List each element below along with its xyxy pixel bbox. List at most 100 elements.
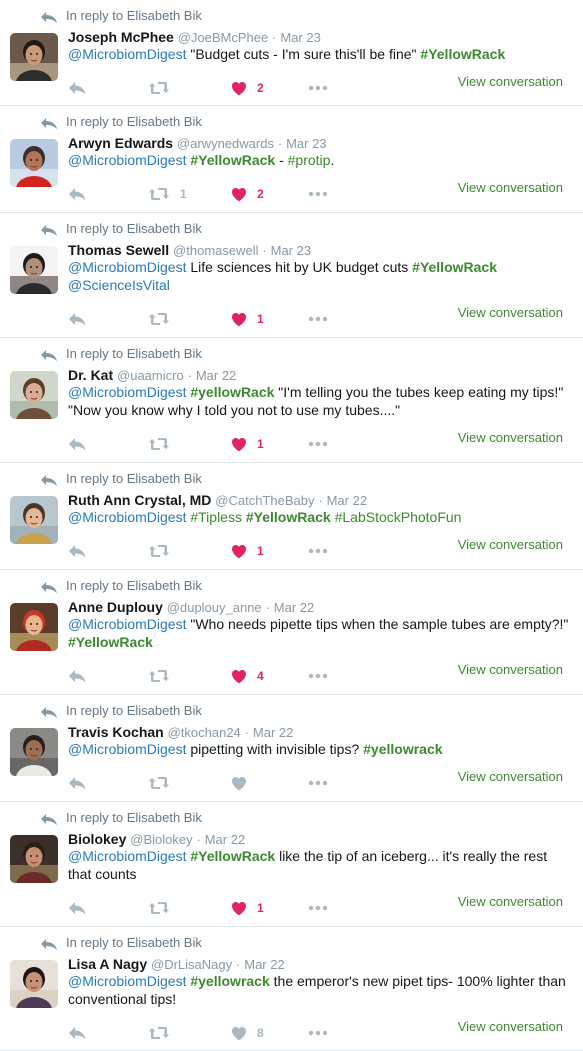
more-button[interactable] <box>308 541 328 561</box>
display-name[interactable]: Ruth Ann Crystal, MD <box>68 492 211 508</box>
display-name[interactable]: Arwyn Edwards <box>68 135 173 151</box>
avatar[interactable] <box>10 371 58 419</box>
user-handle[interactable]: @DrLisaNagy <box>151 957 232 972</box>
mention-link[interactable]: @MicrobiomDigest <box>68 509 186 525</box>
tweet-date[interactable]: Mar 22 <box>253 725 293 740</box>
display-name[interactable]: Travis Kochan <box>68 724 164 740</box>
hashtag-link[interactable]: #yellowrack <box>190 973 269 989</box>
avatar[interactable] <box>10 139 58 187</box>
reply-context[interactable]: In reply to Elisabeth Bik <box>40 703 202 719</box>
retweet-button[interactable] <box>148 898 180 918</box>
like-button[interactable]: 4 <box>231 666 264 686</box>
hashtag-link[interactable]: #LabStockPhotoFun <box>335 509 462 525</box>
more-button[interactable] <box>308 78 328 98</box>
like-button[interactable]: 8 <box>231 1023 264 1043</box>
more-button[interactable] <box>308 309 328 329</box>
retweet-button[interactable] <box>148 309 180 329</box>
hashtag-link[interactable]: #YellowRack <box>420 46 505 62</box>
view-conversation-link[interactable]: View conversation <box>458 1019 563 1034</box>
reply-button[interactable] <box>68 898 86 918</box>
like-button[interactable]: 1 <box>231 898 264 918</box>
tweet-date[interactable]: Mar 23 <box>286 136 326 151</box>
mention-link[interactable]: @MicrobiomDigest <box>68 848 186 864</box>
reply-context[interactable]: In reply to Elisabeth Bik <box>40 578 202 594</box>
like-button[interactable]: 2 <box>231 78 264 98</box>
reply-tweet[interactable]: In reply to Elisabeth Bik Dr. Kat @uaami… <box>0 338 583 463</box>
reply-tweet[interactable]: In reply to Elisabeth Bik Arwyn Edwards … <box>0 106 583 213</box>
retweet-button[interactable] <box>148 434 180 454</box>
more-button[interactable] <box>308 184 328 204</box>
avatar[interactable] <box>10 33 58 81</box>
user-handle[interactable]: @CatchTheBaby <box>215 493 314 508</box>
reply-tweet[interactable]: In reply to Elisabeth Bik Biolokey @Biol… <box>0 802 583 927</box>
display-name[interactable]: Biolokey <box>68 831 126 847</box>
display-name[interactable]: Joseph McPhee <box>68 29 174 45</box>
reply-button[interactable] <box>68 184 86 204</box>
reply-context[interactable]: In reply to Elisabeth Bik <box>40 114 202 130</box>
tweet-date[interactable]: Mar 22 <box>205 832 245 847</box>
view-conversation-link[interactable]: View conversation <box>458 769 563 784</box>
hashtag-link[interactable]: #protip <box>288 152 331 168</box>
tweet-date[interactable]: Mar 22 <box>244 957 284 972</box>
more-button[interactable] <box>308 434 328 454</box>
display-name[interactable]: Lisa A Nagy <box>68 956 147 972</box>
hashtag-link[interactable]: #YellowRack <box>190 152 275 168</box>
user-handle[interactable]: @uaamicro <box>117 368 184 383</box>
retweet-button[interactable] <box>148 541 180 561</box>
reply-context[interactable]: In reply to Elisabeth Bik <box>40 346 202 362</box>
more-button[interactable] <box>308 898 328 918</box>
retweet-button[interactable]: 1 <box>148 184 187 204</box>
reply-button[interactable] <box>68 666 86 686</box>
more-button[interactable] <box>308 773 328 793</box>
reply-button[interactable] <box>68 78 86 98</box>
view-conversation-link[interactable]: View conversation <box>458 74 563 89</box>
retweet-button[interactable] <box>148 773 180 793</box>
mention-link[interactable]: @MicrobiomDigest <box>68 973 186 989</box>
hashtag-link[interactable]: #YellowRack <box>68 634 153 650</box>
user-handle[interactable]: @Biolokey <box>130 832 192 847</box>
reply-context[interactable]: In reply to Elisabeth Bik <box>40 8 202 24</box>
reply-tweet[interactable]: In reply to Elisabeth Bik Lisa A Nagy @D… <box>0 927 583 1051</box>
mention-link[interactable]: @MicrobiomDigest <box>68 152 186 168</box>
reply-context[interactable]: In reply to Elisabeth Bik <box>40 221 202 237</box>
user-handle[interactable]: @JoeBMcPhee <box>178 30 269 45</box>
retweet-button[interactable] <box>148 1023 180 1043</box>
like-button[interactable]: 1 <box>231 541 264 561</box>
retweet-button[interactable] <box>148 666 180 686</box>
tweet-date[interactable]: Mar 23 <box>271 243 311 258</box>
avatar[interactable] <box>10 246 58 294</box>
hashtag-link[interactable]: #YellowRack <box>412 259 497 275</box>
view-conversation-link[interactable]: View conversation <box>458 662 563 677</box>
view-conversation-link[interactable]: View conversation <box>458 180 563 195</box>
more-button[interactable] <box>308 1023 328 1043</box>
like-button[interactable]: 1 <box>231 309 264 329</box>
avatar[interactable] <box>10 496 58 544</box>
hashtag-link[interactable]: #YellowRack <box>190 848 275 864</box>
avatar[interactable] <box>10 728 58 776</box>
mention-link[interactable]: @MicrobiomDigest <box>68 616 186 632</box>
reply-button[interactable] <box>68 541 86 561</box>
reply-tweet[interactable]: In reply to Elisabeth Bik Anne Duplouy @… <box>0 570 583 695</box>
tweet-date[interactable]: Mar 22 <box>274 600 314 615</box>
hashtag-link[interactable]: #YellowRack <box>246 509 331 525</box>
reply-tweet[interactable]: In reply to Elisabeth Bik Travis Kochan … <box>0 695 583 802</box>
user-handle[interactable]: @tkochan24 <box>168 725 241 740</box>
reply-tweet[interactable]: In reply to Elisabeth Bik Ruth Ann Cryst… <box>0 463 583 570</box>
mention-link[interactable]: @MicrobiomDigest <box>68 259 186 275</box>
mention-link[interactable]: @MicrobiomDigest <box>68 46 186 62</box>
user-handle[interactable]: @duplouy_anne <box>167 600 262 615</box>
mention-link[interactable]: @ScienceIsVital <box>68 277 170 293</box>
hashtag-link[interactable]: #yellowrack <box>363 741 442 757</box>
reply-button[interactable] <box>68 1023 86 1043</box>
like-button[interactable] <box>231 773 257 793</box>
tweet-date[interactable]: Mar 22 <box>196 368 236 383</box>
mention-link[interactable]: @MicrobiomDigest <box>68 741 186 757</box>
avatar[interactable] <box>10 960 58 1008</box>
display-name[interactable]: Anne Duplouy <box>68 599 163 615</box>
view-conversation-link[interactable]: View conversation <box>458 305 563 320</box>
view-conversation-link[interactable]: View conversation <box>458 430 563 445</box>
tweet-date[interactable]: Mar 22 <box>327 493 367 508</box>
avatar[interactable] <box>10 835 58 883</box>
display-name[interactable]: Dr. Kat <box>68 367 113 383</box>
tweet-date[interactable]: Mar 23 <box>280 30 320 45</box>
